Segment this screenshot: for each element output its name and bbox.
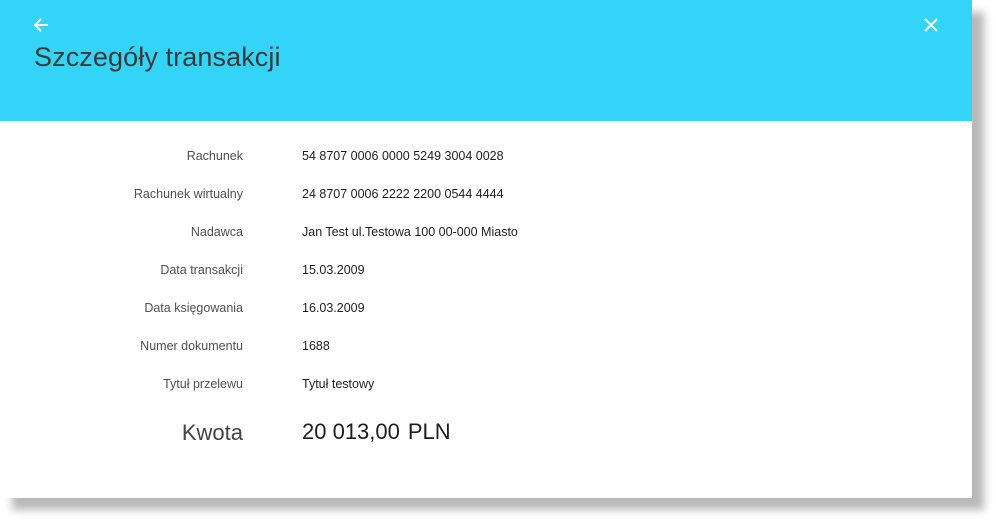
detail-value: 1688 <box>302 339 330 353</box>
detail-value: 54 8707 0006 0000 5249 3004 0028 <box>302 149 504 163</box>
detail-label: Numer dokumentu <box>140 339 243 353</box>
dialog-header: Szczegóły transakcji <box>0 0 972 121</box>
detail-row-document-number: Numer dokumentu 1688 <box>0 335 972 373</box>
detail-value: Tytuł testowy <box>302 377 375 391</box>
transaction-details-dialog: Szczegóły transakcji Rachunek 54 8707 00… <box>0 0 972 498</box>
detail-value: 15.03.2009 <box>302 263 365 277</box>
detail-label: Tytuł przelewu <box>163 377 243 391</box>
detail-row-account: Rachunek 54 8707 0006 0000 5249 3004 002… <box>0 145 972 183</box>
page-title: Szczegóły transakcji <box>34 42 281 72</box>
detail-row-virtual-account: Rachunek wirtualny 24 8707 0006 2222 220… <box>0 183 972 221</box>
detail-label: Data transakcji <box>160 263 243 277</box>
details-list: Rachunek 54 8707 0006 0000 5249 3004 002… <box>0 145 972 411</box>
detail-row-transfer-title: Tytuł przelewu Tytuł testowy <box>0 373 972 411</box>
amount-value: 20 013,00 PLN <box>302 419 451 445</box>
detail-row-booking-date: Data księgowania 16.03.2009 <box>0 297 972 335</box>
detail-row-transaction-date: Data transakcji 15.03.2009 <box>0 259 972 297</box>
detail-value: Jan Test ul.Testowa 100 00-000 Miasto <box>302 225 518 239</box>
detail-value: 24 8707 0006 2222 2200 0544 4444 <box>302 187 504 201</box>
close-icon <box>924 18 938 32</box>
amount-row: Kwota 20 013,00 PLN <box>0 418 972 452</box>
back-button[interactable] <box>30 14 52 36</box>
amount-currency: PLN <box>407 419 451 444</box>
detail-row-sender: Nadawca Jan Test ul.Testowa 100 00-000 M… <box>0 221 972 259</box>
screen: Szczegóły transakcji Rachunek 54 8707 00… <box>0 0 996 522</box>
close-button[interactable] <box>920 14 942 36</box>
arrow-left-icon <box>33 18 48 32</box>
detail-label: Rachunek <box>186 149 243 163</box>
detail-label: Rachunek wirtualny <box>133 187 243 201</box>
detail-label: Data księgowania <box>144 301 243 315</box>
detail-label: Nadawca <box>190 225 243 239</box>
amount-label: Kwota <box>181 420 243 445</box>
detail-value: 16.03.2009 <box>302 301 365 315</box>
amount-number: 20 013,00 <box>302 419 400 444</box>
